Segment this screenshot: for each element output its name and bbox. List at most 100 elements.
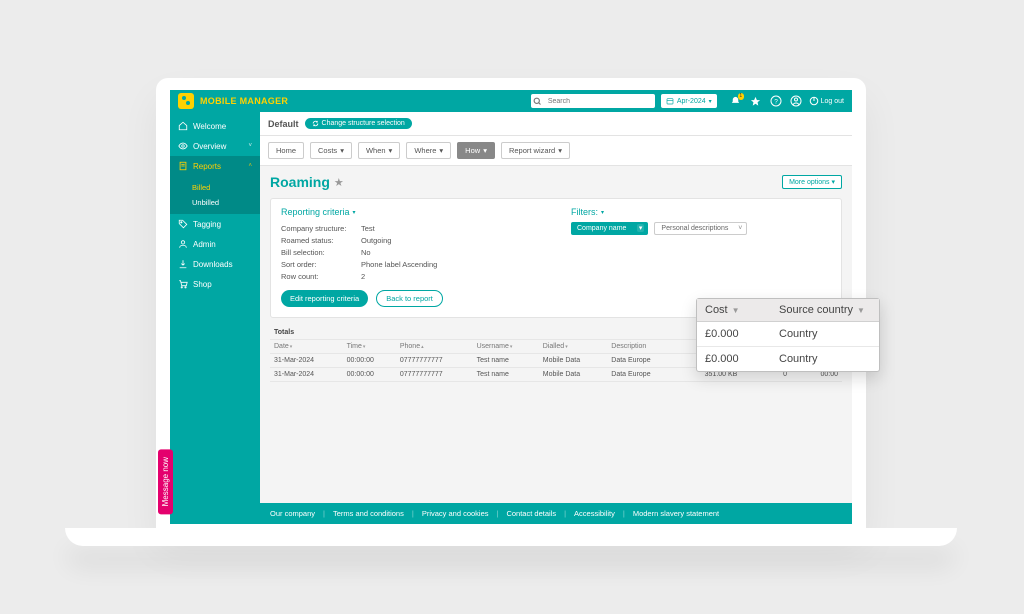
col-time[interactable]: Time▾ xyxy=(343,340,396,354)
brand-name: MOBILE MANAGER xyxy=(200,96,525,106)
tab-label: How xyxy=(465,146,480,155)
message-now-tab[interactable]: Message now xyxy=(158,449,173,514)
edit-criteria-button[interactable]: Edit reporting criteria xyxy=(281,290,368,307)
chevron-down-icon: ▼ xyxy=(732,306,740,315)
tab-when[interactable]: When▾ xyxy=(358,142,400,159)
chevron-down-icon: ▾ xyxy=(483,146,487,155)
sidebar-item-tagging[interactable]: Tagging xyxy=(170,214,260,234)
tab-how[interactable]: How▾ xyxy=(457,142,495,159)
footer-link[interactable]: Accessibility xyxy=(574,509,615,518)
sidebar-item-downloads[interactable]: Downloads xyxy=(170,254,260,274)
tab-home[interactable]: Home xyxy=(268,142,304,159)
search-icon xyxy=(531,97,545,106)
change-structure-button[interactable]: Change structure selection xyxy=(305,118,412,129)
document-icon xyxy=(178,161,188,171)
eye-icon xyxy=(178,141,188,151)
more-options-button[interactable]: More options ▾ xyxy=(782,175,842,189)
criteria-value: No xyxy=(361,248,371,257)
user-admin-icon xyxy=(178,239,188,249)
criteria-key: Bill selection: xyxy=(281,248,361,257)
favorite-star-icon[interactable] xyxy=(749,94,763,108)
sidebar-item-label: Overview xyxy=(193,142,226,151)
popup-cost: £0.000 xyxy=(697,322,771,346)
footer-link[interactable]: Contact details xyxy=(506,509,556,518)
sidebar-item-label: Shop xyxy=(193,280,212,289)
filters-heading[interactable]: Filters:▾ xyxy=(571,207,831,217)
notification-bell-icon[interactable]: 1 xyxy=(729,94,743,108)
laptop-base xyxy=(65,528,957,546)
popup-row: £0.000 Country xyxy=(697,347,879,371)
cost-country-popup: Cost▼ Source country▼ £0.000 Country £0.… xyxy=(696,298,880,372)
criteria-heading[interactable]: Reporting criteria▾ xyxy=(281,207,541,217)
sidebar-sub-unbilled[interactable]: Unbilled xyxy=(192,195,260,210)
top-bar: MOBILE MANAGER Apr-2024 ▾ 1 xyxy=(170,90,852,112)
search-input[interactable] xyxy=(545,98,655,105)
filter-descriptions-select[interactable]: Personal descriptions xyxy=(654,222,747,235)
chevron-down-icon: ▾ xyxy=(353,209,356,216)
sidebar-item-label: Downloads xyxy=(193,260,233,269)
footer-link[interactable]: Our company xyxy=(270,509,315,518)
sidebar-item-label: Admin xyxy=(193,240,216,249)
back-to-report-button[interactable]: Back to report xyxy=(376,290,443,307)
criteria-key: Sort order: xyxy=(281,260,361,269)
brand-logo xyxy=(178,93,194,109)
popup-row: £0.000 Country xyxy=(697,322,879,347)
footer-link[interactable]: Modern slavery statement xyxy=(633,509,719,518)
sidebar-sub-billed[interactable]: Billed xyxy=(192,180,260,195)
col-description[interactable]: Description xyxy=(607,340,678,354)
page-title: Roaming xyxy=(270,174,330,190)
logout-icon xyxy=(809,96,819,106)
tab-label: Report wizard xyxy=(509,146,555,155)
logout-button[interactable]: Log out xyxy=(809,96,844,106)
col-phone[interactable]: Phone▴ xyxy=(396,340,473,354)
cell-username: Test name xyxy=(473,354,539,368)
criteria-value: Test xyxy=(361,224,375,233)
popup-col-cost[interactable]: Cost▼ xyxy=(697,299,771,321)
chevron-down-icon: ▾ xyxy=(389,146,393,155)
month-picker[interactable]: Apr-2024 ▾ xyxy=(661,94,717,108)
cell-date: 31-Mar-2024 xyxy=(270,354,343,368)
sidebar-item-reports[interactable]: Reports ˄ xyxy=(170,156,260,176)
cell-date: 31-Mar-2024 xyxy=(270,368,343,382)
criteria-key: Roamed status: xyxy=(281,236,361,245)
help-icon[interactable]: ? xyxy=(769,94,783,108)
sidebar-item-admin[interactable]: Admin xyxy=(170,234,260,254)
footer-link[interactable]: Terms and conditions xyxy=(333,509,404,518)
user-icon[interactable] xyxy=(789,94,803,108)
popup-col-country[interactable]: Source country▼ xyxy=(771,299,873,321)
sidebar: Welcome Overview ˅ Reports ˄ Billed Unbi… xyxy=(170,112,260,524)
sidebar-item-label: Welcome xyxy=(193,122,226,131)
criteria-key: Company structure: xyxy=(281,224,361,233)
sidebar-item-shop[interactable]: Shop xyxy=(170,274,260,294)
filter-company-select[interactable]: Company name xyxy=(571,222,648,235)
tab-label: When xyxy=(366,146,386,155)
col-username[interactable]: Username▾ xyxy=(473,340,539,354)
calendar-icon xyxy=(666,97,674,105)
criteria-value: 2 xyxy=(361,272,365,281)
breadcrumb-bar: Default Change structure selection xyxy=(260,112,852,136)
cell-dialled: Mobile Data xyxy=(539,354,608,368)
cell-description: Data Europe xyxy=(607,354,678,368)
header-icons: 1 ? Log out xyxy=(729,94,844,108)
col-date[interactable]: Date▾ xyxy=(270,340,343,354)
tab-report-wizard[interactable]: Report wizard▾ xyxy=(501,142,570,159)
sidebar-item-welcome[interactable]: Welcome xyxy=(170,116,260,136)
tab-costs[interactable]: Costs▾ xyxy=(310,142,352,159)
cell-phone: 07777777777 xyxy=(396,368,473,382)
more-options-label: More options xyxy=(789,179,829,186)
cell-dialled: Mobile Data xyxy=(539,368,608,382)
criteria-value: Phone label Ascending xyxy=(361,260,437,269)
col-dialled[interactable]: Dialled▾ xyxy=(539,340,608,354)
popup-cost: £0.000 xyxy=(697,347,771,371)
sidebar-item-overview[interactable]: Overview ˅ xyxy=(170,136,260,156)
tab-where[interactable]: Where▾ xyxy=(406,142,451,159)
logout-label: Log out xyxy=(821,98,844,105)
popup-country: Country xyxy=(771,322,826,346)
search-box[interactable] xyxy=(531,94,655,108)
chevron-down-icon: ▾ xyxy=(340,146,344,155)
totals-label: Totals xyxy=(270,326,679,340)
chevron-down-icon: ▾ xyxy=(601,209,604,216)
app-footer: Our company| Terms and conditions| Priva… xyxy=(260,503,852,524)
footer-link[interactable]: Privacy and cookies xyxy=(422,509,489,518)
favorite-toggle-icon[interactable]: ★ xyxy=(334,176,344,189)
